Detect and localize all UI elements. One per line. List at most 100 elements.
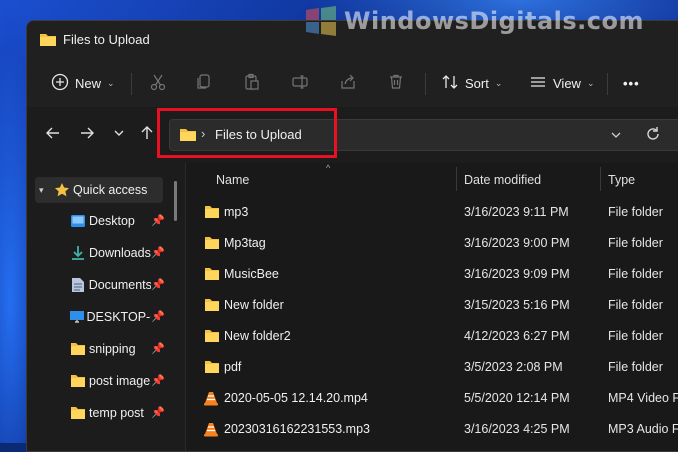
file-date-modified: 3/16/2023 9:00 PM xyxy=(464,236,570,250)
file-name: Mp3tag xyxy=(224,236,266,250)
pin-icon[interactable]: 📌 xyxy=(151,310,165,323)
table-row[interactable]: New folder 3/15/2023 5:16 PM File folder xyxy=(186,290,678,321)
table-row[interactable]: mp3 3/16/2023 9:11 PM File folder xyxy=(186,197,678,228)
sidebar-scrollbar[interactable] xyxy=(174,181,177,221)
file-type: File folder xyxy=(608,329,663,343)
file-type: File folder xyxy=(608,360,663,374)
sidebar-item-documents[interactable]: Documents xyxy=(67,272,151,298)
cut-button[interactable] xyxy=(149,69,167,97)
new-button[interactable]: New ⌄ xyxy=(51,69,115,97)
pin-icon[interactable]: 📌 xyxy=(151,406,165,419)
arrow-left-icon xyxy=(45,125,61,146)
desktop-folder-icon xyxy=(67,214,89,228)
address-dropdown-icon[interactable] xyxy=(610,128,622,146)
toolbar-divider xyxy=(131,73,132,95)
up-button[interactable] xyxy=(137,125,157,145)
toolbar-divider xyxy=(425,73,426,95)
pin-icon[interactable]: 📌 xyxy=(151,214,165,227)
vlc-cone-icon xyxy=(204,422,218,440)
forward-button[interactable] xyxy=(77,125,97,145)
back-button[interactable] xyxy=(43,125,63,145)
share-button[interactable] xyxy=(339,69,357,97)
rename-button[interactable] xyxy=(291,69,309,97)
column-header-row: ^ Name Date modified Type xyxy=(186,163,678,195)
monitor-icon xyxy=(67,309,87,325)
table-row[interactable]: 2020-05-05 12.14.20.mp4 5/5/2020 12:14 P… xyxy=(186,383,678,414)
recent-locations-button[interactable] xyxy=(109,125,129,145)
download-icon xyxy=(67,245,89,261)
more-icon: ••• xyxy=(623,75,640,91)
vlc-cone-icon xyxy=(204,391,218,409)
file-name: New folder xyxy=(224,298,284,312)
column-header-type[interactable]: Type xyxy=(608,173,635,187)
sidebar-item-label: Documents xyxy=(88,278,151,292)
table-row[interactable]: 20230316162231553.mp3 3/16/2023 4:25 PM … xyxy=(186,414,678,445)
file-date-modified: 3/5/2023 2:08 PM xyxy=(464,360,563,374)
share-icon xyxy=(339,73,357,94)
table-row[interactable]: Mp3tag 3/16/2023 9:00 PM File folder xyxy=(186,228,678,259)
sidebar-item-label: Desktop xyxy=(89,214,135,228)
table-row[interactable]: pdf 3/5/2023 2:08 PM File folder xyxy=(186,352,678,383)
file-date-modified: 3/16/2023 9:11 PM xyxy=(464,205,569,219)
file-type: File folder xyxy=(608,298,663,312)
sidebar-item-label: temp post xyxy=(89,406,144,420)
plus-circle-icon xyxy=(51,73,69,94)
command-bar: New ⌄ Sort ⌄ View ⌄ ••• xyxy=(27,59,678,108)
sidebar-item-label: post image xyxy=(89,374,151,388)
folder-icon xyxy=(204,267,220,284)
folder-icon xyxy=(204,329,220,346)
pin-icon[interactable]: 📌 xyxy=(151,374,165,387)
windows-logo-icon xyxy=(304,6,338,36)
file-name: mp3 xyxy=(224,205,249,219)
pin-icon[interactable]: 📌 xyxy=(151,246,165,259)
file-date-modified: 3/16/2023 9:09 PM xyxy=(464,267,570,281)
view-button[interactable]: View ⌄ xyxy=(529,69,595,97)
sort-button-label: Sort xyxy=(465,75,489,91)
column-resize-handle[interactable] xyxy=(600,167,601,191)
sidebar-item-temp-post[interactable]: temp post xyxy=(67,400,151,426)
watermark-text: WindowsDigitals.com xyxy=(344,7,644,35)
file-type: File folder xyxy=(608,267,663,281)
sidebar-item-label: Quick access xyxy=(73,183,148,197)
folder-icon xyxy=(204,205,220,222)
sidebar-item-post-image[interactable]: post image xyxy=(67,368,151,394)
cut-icon xyxy=(149,73,167,94)
paste-icon xyxy=(243,73,261,94)
chevron-down-icon[interactable]: ▾ xyxy=(39,185,51,196)
sidebar-item-label: snipping xyxy=(89,342,136,356)
delete-button[interactable] xyxy=(387,69,405,97)
column-header-date-modified[interactable]: Date modified xyxy=(464,173,541,187)
star-icon xyxy=(51,182,73,198)
sort-ascending-icon: ^ xyxy=(326,163,331,173)
column-header-name[interactable]: Name xyxy=(216,173,249,187)
sidebar-item-label: DESKTOP-C xyxy=(86,310,151,324)
sort-button[interactable]: Sort ⌄ xyxy=(441,69,502,97)
sidebar-item-snipping[interactable]: snipping xyxy=(67,336,151,362)
file-type: File folder xyxy=(608,205,663,219)
pin-icon[interactable]: 📌 xyxy=(151,342,165,355)
file-name: MusicBee xyxy=(224,267,279,281)
table-row[interactable]: New folder2 4/12/2023 6:27 PM File folde… xyxy=(186,321,678,352)
arrow-right-icon xyxy=(79,125,95,146)
rename-icon xyxy=(291,73,309,94)
table-row[interactable]: MusicBee 3/16/2023 9:09 PM File folder xyxy=(186,259,678,290)
copy-icon xyxy=(195,73,213,94)
pin-icon[interactable]: 📌 xyxy=(151,278,165,291)
copy-button[interactable] xyxy=(195,69,213,97)
column-resize-handle[interactable] xyxy=(456,167,457,191)
folder-icon xyxy=(67,342,89,356)
sidebar-item-quick-access[interactable]: ▾ Quick access xyxy=(35,177,163,203)
file-name: pdf xyxy=(224,360,242,374)
document-icon xyxy=(67,277,89,293)
new-button-label: New xyxy=(75,75,102,91)
paste-button[interactable] xyxy=(243,69,261,97)
highlight-annotation-box xyxy=(157,108,337,158)
sidebar-item-desktop-c[interactable]: DESKTOP-C xyxy=(67,304,151,330)
file-date-modified: 3/16/2023 4:25 PM xyxy=(464,422,570,436)
file-explorer-window: Files to Upload New ⌄ Sort ⌄ View ⌄ ••• … xyxy=(26,20,678,452)
more-options-button[interactable]: ••• xyxy=(623,69,640,97)
view-list-icon xyxy=(529,73,547,94)
chevron-down-icon: ⌄ xyxy=(107,77,115,88)
file-date-modified: 3/15/2023 5:16 PM xyxy=(464,298,570,312)
refresh-icon[interactable] xyxy=(645,126,661,147)
